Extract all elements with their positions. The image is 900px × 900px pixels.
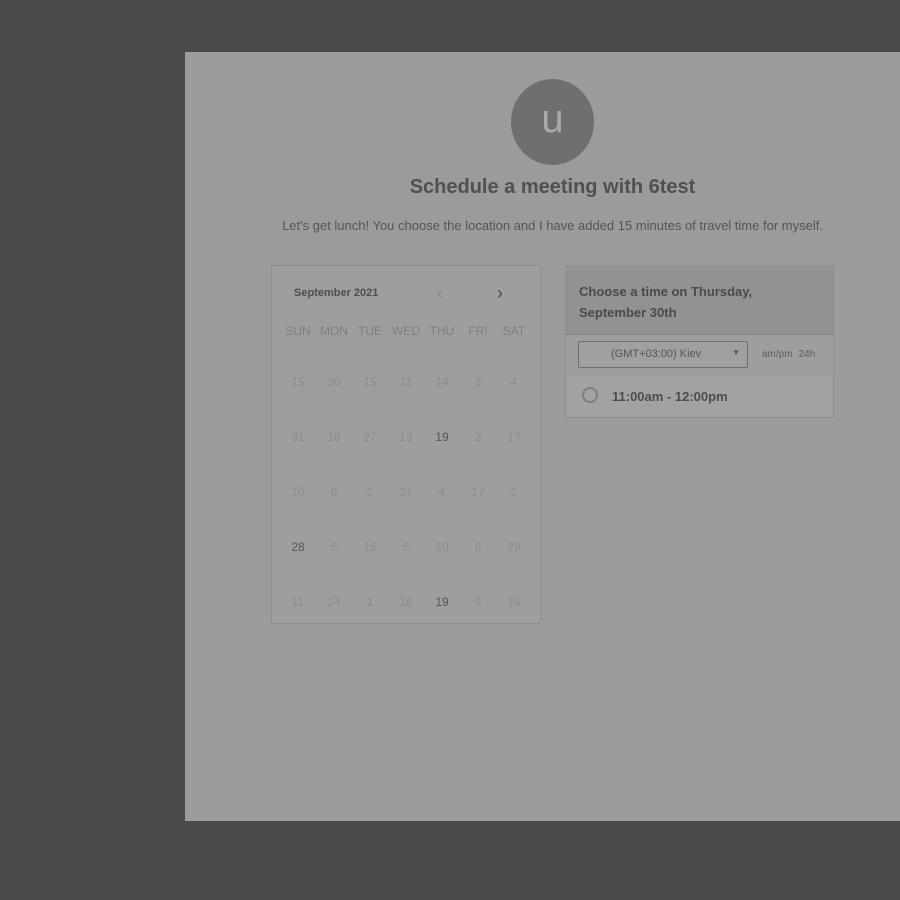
calendar-week: 31 18 27 13 19 2 17 [280,409,532,464]
calendar-day: 15 [291,374,305,389]
avatar: u [511,79,594,165]
calendar-day: 2 [366,484,374,499]
calendar-day: 6 [330,484,338,499]
page-subtitle: Let's get lunch! You choose the location… [282,218,823,233]
calendar-day: 20 [435,539,449,554]
time-panel-heading: Choose a time on Thursday, September 30t… [566,266,833,335]
calendar-day: 11 [291,594,305,609]
weekday-header: SUN MON TUE WED THU FRI SAT [280,324,532,338]
format-24h-option[interactable]: 24h [799,349,816,360]
calendar-day: 16 [399,594,413,609]
weekday-label: SAT [502,324,526,338]
weekday-label: FRI [468,324,488,338]
weekday-label: TUE [358,324,382,338]
calendar-day: 15 [363,374,377,389]
calendar-day: 9 [474,594,482,609]
calendar-day: 10 [291,484,305,499]
calendar-day: 4 [510,374,518,389]
calendar-week: 15 30 15 11 14 3 4 [280,354,532,409]
calendar-day: 18 [327,429,341,444]
calendar-day: 31 [399,484,413,499]
calendar-day: 17 [507,429,521,444]
date-picker: September 2021 ‹ › SUN MON TUE WED THU F… [271,265,541,624]
format-ampm-option[interactable]: am/pm [762,349,793,360]
calendar-day: 29 [507,539,521,554]
timezone-row: (GMT+03:00) Kiev ▼ am/pm 24h [566,335,833,377]
calendar-day: 2 [510,484,518,499]
calendar-day: 30 [327,374,341,389]
calendar-day: 27 [363,429,377,444]
caret-down-icon: ▼ [732,348,740,357]
weekday-label: THU [429,324,455,338]
time-slot-label: 11:00am - 12:00pm [612,389,728,404]
calendar-grid: 15 30 15 11 14 3 4 31 18 27 13 19 2 17 1… [280,354,532,629]
calendar-day-available[interactable]: 28 [280,540,316,554]
calendar-day: 11 [399,374,413,389]
calendar-day: 1 [366,594,374,609]
calendar-day-available[interactable]: 19 [424,430,460,444]
calendar-day: 24 [327,594,341,609]
radio-icon[interactable] [582,387,598,403]
calendar-day: 4 [438,484,446,499]
time-slot-panel: Choose a time on Thursday, September 30t… [565,265,834,418]
calendar-day-available[interactable]: 19 [424,595,460,609]
page-title: Schedule a meeting with 6test [409,176,696,198]
time-format-toggle: am/pm 24h [762,349,821,360]
chevron-left-icon[interactable]: ‹ [437,284,443,302]
calendar-day: 8 [474,539,482,554]
chevron-right-icon[interactable]: › [497,284,503,302]
calendar-day: 2 [474,429,482,444]
calendar-day: 31 [291,429,305,444]
calendar-week: 11 24 1 16 19 9 16 [280,574,532,629]
calendar-week: 10 6 2 31 4 17 2 [280,464,532,519]
weekday-label: MON [320,324,348,338]
calendar-day: 6 [402,539,410,554]
calendar-week: 28 6 16 6 20 8 29 [280,519,532,574]
calendar-day: 16 [507,594,521,609]
calendar-day: 13 [399,429,413,444]
calendar-day: 17 [471,484,485,499]
timezone-value: (GMT+03:00) Kiev [611,348,702,360]
time-slot[interactable]: 11:00am - 12:00pm [566,377,833,416]
calendar-day: 6 [330,539,338,554]
timezone-select[interactable]: (GMT+03:00) Kiev ▼ [578,341,748,368]
calendar-day: 3 [474,374,482,389]
weekday-label: WED [392,324,420,338]
calendar-day: 16 [363,539,377,554]
calendar-day: 14 [435,374,449,389]
weekday-label: SUN [285,324,311,338]
month-label: September 2021 [294,287,379,299]
